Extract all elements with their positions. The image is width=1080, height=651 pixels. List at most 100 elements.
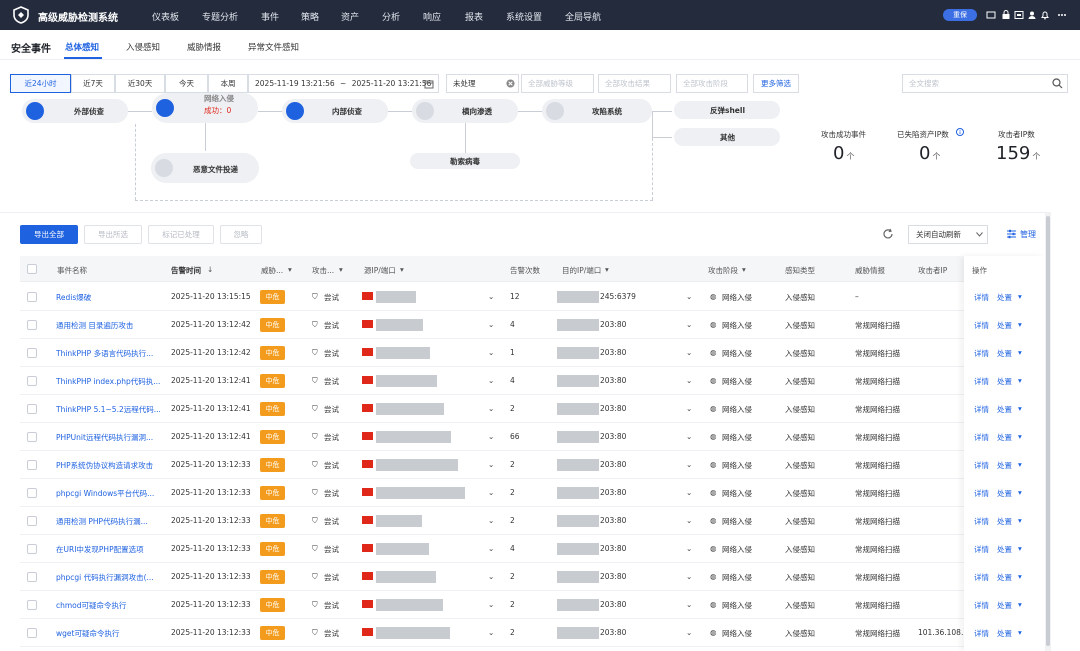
event-name-link[interactable]: phpcgi 代码执行漏洞攻击(... <box>56 572 160 583</box>
chevron-down-icon[interactable]: ⌄ <box>686 516 692 525</box>
col-attack-result[interactable]: 攻击... <box>312 265 334 276</box>
chevron-down-icon[interactable]: ▾ <box>1018 628 1022 637</box>
chevron-down-icon[interactable]: ▾ <box>1018 572 1022 581</box>
settings-sliders-icon[interactable] <box>1006 229 1017 239</box>
chevron-down-icon[interactable]: ⌄ <box>488 376 494 385</box>
detail-link[interactable]: 详情 <box>974 460 989 471</box>
chevron-down-icon[interactable]: ▾ <box>1018 320 1022 329</box>
dispose-dropdown[interactable]: 处置 <box>997 432 1012 443</box>
detail-link[interactable]: 详情 <box>974 516 989 527</box>
row-checkbox[interactable] <box>27 516 37 526</box>
filter-icon[interactable]: ▾ <box>400 265 404 274</box>
row-checkbox[interactable] <box>27 348 37 358</box>
date-range-picker[interactable]: 2025-11-19 13:21:56 ~ 2025-11-20 13:21:5… <box>248 74 439 93</box>
flow-node-compromise[interactable]: 攻陷系统 <box>542 99 652 123</box>
attack-stage-select[interactable]: 全部攻击阶段 <box>676 74 748 93</box>
search-input[interactable]: 全文搜索 <box>902 74 1068 93</box>
event-name-link[interactable]: phpcgi Windows平台代码... <box>56 488 160 499</box>
row-checkbox[interactable] <box>27 460 37 470</box>
chevron-down-icon[interactable]: ⌄ <box>488 460 494 469</box>
more-filters-button[interactable]: 更多筛选 <box>753 74 799 93</box>
search-icon[interactable] <box>1052 78 1063 89</box>
tab-overall[interactable]: 总体感知 <box>65 41 99 53</box>
event-name-link[interactable]: PHPUnit远程代码执行漏洞... <box>56 432 160 443</box>
dispose-dropdown[interactable]: 处置 <box>997 376 1012 387</box>
mark-handled-button[interactable]: 标记已处理 <box>148 225 214 244</box>
nav-dashboard[interactable]: 仪表板 <box>152 10 179 23</box>
screen-icon[interactable] <box>986 10 996 20</box>
row-checkbox[interactable] <box>27 600 37 610</box>
event-name-link[interactable]: wget可疑命令执行 <box>56 628 160 639</box>
dispose-dropdown[interactable]: 处置 <box>997 292 1012 303</box>
col-threat-intel[interactable]: 威胁情报 <box>855 265 885 276</box>
detail-link[interactable]: 详情 <box>974 404 989 415</box>
col-alert-count[interactable]: 告警次数 <box>510 265 540 276</box>
nav-global-nav[interactable]: 全局导航 <box>565 10 601 23</box>
export-selected-button[interactable]: 导出所选 <box>84 225 142 244</box>
event-name-link[interactable]: 在URI中发现PHP配置选项 <box>56 544 160 555</box>
flow-node-ransomware[interactable]: 勒索病毒 <box>410 153 520 169</box>
chevron-down-icon[interactable]: ▾ <box>1018 488 1022 497</box>
dispose-dropdown[interactable]: 处置 <box>997 460 1012 471</box>
chevron-down-icon[interactable]: ⌄ <box>686 376 692 385</box>
table-row[interactable]: ThinkPHP 多语言代码执行... 2025-11-20 13:12:42 中危… <box>20 339 1045 367</box>
range-30d[interactable]: 近30天 <box>115 74 165 93</box>
dispose-dropdown[interactable]: 处置 <box>997 320 1012 331</box>
col-dest-ip[interactable]: 目的IP/端口 <box>562 265 601 276</box>
col-source-ip[interactable]: 源IP/端口 <box>364 265 396 276</box>
row-checkbox[interactable] <box>27 544 37 554</box>
col-threat-level[interactable]: 威胁... <box>261 265 283 276</box>
chevron-down-icon[interactable]: ⌄ <box>488 404 494 413</box>
dispose-dropdown[interactable]: 处置 <box>997 348 1012 359</box>
chevron-down-icon[interactable]: ⌄ <box>686 544 692 553</box>
bell-icon[interactable] <box>1040 10 1050 20</box>
row-checkbox[interactable] <box>27 572 37 582</box>
nav-analysis[interactable]: 分析 <box>382 10 400 23</box>
nav-policy[interactable]: 策略 <box>301 10 319 23</box>
chevron-down-icon[interactable]: ⌄ <box>488 348 494 357</box>
chevron-down-icon[interactable]: ⌄ <box>488 572 494 581</box>
event-name-link[interactable]: ThinkPHP 多语言代码执行... <box>56 348 160 359</box>
table-row[interactable]: wget可疑命令执行 2025-11-20 13:12:33 中危 ⛉ 尝试 ⌄ 2 203:… <box>20 619 1045 647</box>
detail-link[interactable]: 详情 <box>974 544 989 555</box>
chevron-down-icon[interactable]: ⌄ <box>488 628 494 637</box>
detail-link[interactable]: 详情 <box>974 376 989 387</box>
filter-icon[interactable]: ▾ <box>605 265 609 274</box>
table-row[interactable]: 在URI中发现PHP配置选项 2025-11-20 13:12:33 中危 ⛉ 尝试 ⌄ 4… <box>20 535 1045 563</box>
col-attacker-ip[interactable]: 攻击者IP <box>918 265 947 276</box>
row-checkbox[interactable] <box>27 432 37 442</box>
lock-icon[interactable] <box>1001 10 1011 20</box>
flow-node-lateral[interactable]: 横向渗透 <box>412 99 518 123</box>
nav-events[interactable]: 事件 <box>261 10 279 23</box>
chevron-down-icon[interactable]: ⌄ <box>686 348 692 357</box>
table-row[interactable]: phpcgi Windows平台代码... 2025-11-20 13:12:33… <box>20 479 1045 507</box>
detail-link[interactable]: 详情 <box>974 292 989 303</box>
table-row[interactable]: 通用检测 PHP代码执行漏... 2025-11-20 13:12:33 中危 ⛉ 尝试… <box>20 507 1045 535</box>
tab-intrusion[interactable]: 入侵感知 <box>126 41 160 53</box>
range-24h[interactable]: 近24小时 <box>10 74 71 93</box>
row-checkbox[interactable] <box>27 320 37 330</box>
dispose-dropdown[interactable]: 处置 <box>997 628 1012 639</box>
detail-link[interactable]: 详情 <box>974 320 989 331</box>
detail-link[interactable]: 详情 <box>974 572 989 583</box>
tab-threat-intel[interactable]: 威胁情报 <box>187 41 221 53</box>
flow-node-intrusion[interactable]: 网络入侵 成功：0 <box>152 93 258 123</box>
filter-icon[interactable]: ▾ <box>742 265 746 274</box>
table-row[interactable]: Redis爆破 2025-11-20 13:15:15 中危 ⛉ 尝试 ⌄ 12 245:63… <box>20 283 1045 311</box>
range-week[interactable]: 本周 <box>208 74 248 93</box>
calendar-icon[interactable] <box>424 79 434 89</box>
more-icon[interactable] <box>1057 10 1067 20</box>
table-row[interactable]: PHP系统伪协议构造请求攻击 2025-11-20 13:12:33 中危 ⛉ 尝试 ⌄ 2… <box>20 451 1045 479</box>
event-name-link[interactable]: Redis爆破 <box>56 292 160 303</box>
table-row[interactable]: chmod可疑命令执行 2025-11-20 13:12:33 中危 ⛉ 尝试 ⌄ 2 203… <box>20 591 1045 619</box>
export-all-button[interactable]: 导出全部 <box>20 225 78 244</box>
user-icon[interactable] <box>1027 10 1037 20</box>
row-checkbox[interactable] <box>27 376 37 386</box>
chevron-down-icon[interactable]: ▾ <box>1018 432 1022 441</box>
col-alert-time[interactable]: 告警时间 <box>171 265 201 276</box>
info-icon[interactable] <box>956 128 964 136</box>
flow-node-other[interactable]: 其他 <box>674 128 780 146</box>
chevron-down-icon[interactable]: ⌄ <box>488 544 494 553</box>
chevron-down-icon[interactable]: ⌄ <box>488 516 494 525</box>
dispose-dropdown[interactable]: 处置 <box>997 404 1012 415</box>
